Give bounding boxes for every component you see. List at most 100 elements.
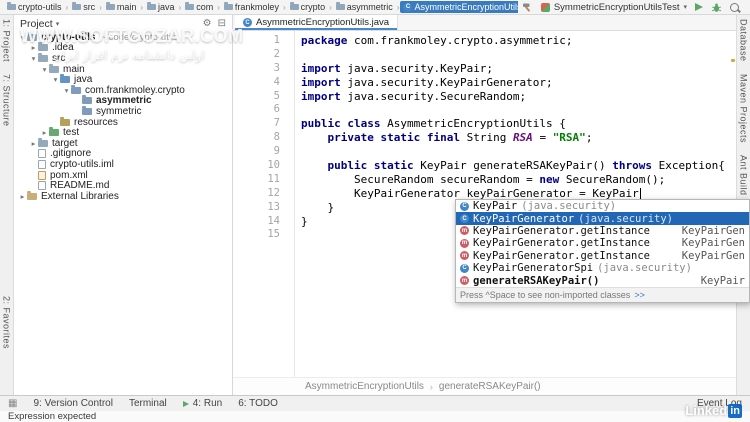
settings-gear-icon[interactable]: ⚙ — [203, 18, 212, 29]
breadcrumb-item[interactable]: C AsymmetricEncryptionUtils — [400, 1, 518, 13]
tree-item[interactable]: ▸ .idea — [14, 42, 232, 53]
code-line[interactable]: SecureRandom secureRandom = new SecureRa… — [301, 173, 737, 187]
search-icon[interactable] — [730, 2, 739, 12]
tree-item[interactable]: asymmetric — [14, 95, 232, 106]
tool-window-button[interactable]: 4: Run — [182, 398, 222, 409]
chevron-right-icon[interactable]: ▸ — [29, 139, 38, 148]
tree-item[interactable]: ▸ External Libraries — [14, 190, 232, 202]
code-line[interactable]: import java.security.SecureRandom; — [301, 90, 737, 104]
tool-window-switcher-icon[interactable]: ▦ — [8, 398, 17, 409]
code-line[interactable] — [301, 48, 737, 62]
line-number[interactable]: 10 — [233, 159, 294, 173]
line-number[interactable]: 11 — [233, 173, 294, 187]
code-line[interactable]: package com.frankmoley.crypto.asymmetric… — [301, 34, 737, 48]
chevron-down-icon: ▾ — [683, 4, 687, 11]
chevron-down-icon[interactable]: ▾ — [62, 86, 71, 95]
completion-item[interactable]: C KeyPairGeneratorSpi (java.security) — [456, 262, 749, 274]
breadcrumb-item[interactable]: com — [182, 1, 216, 13]
event-log-button[interactable]: Event Log — [697, 398, 742, 409]
tree-item[interactable]: ▸ target — [14, 137, 232, 149]
breadcrumb-item[interactable]: AsymmetricEncryptionUtils — [305, 381, 424, 392]
breadcrumb-separator: › — [99, 2, 102, 12]
line-number[interactable]: 5 — [233, 90, 294, 104]
tree-item[interactable]: ▾ crypto-utils ~/code/crypto-utils — [14, 31, 232, 43]
tool-window-button[interactable]: Terminal — [129, 398, 167, 409]
code-line[interactable]: import java.security.KeyPairGenerator; — [301, 76, 737, 90]
line-number[interactable]: 6 — [233, 103, 294, 117]
breadcrumb-item[interactable]: crypto — [287, 1, 329, 13]
tree-item[interactable]: crypto-utils.iml — [14, 159, 232, 170]
line-number[interactable]: 7 — [233, 117, 294, 131]
completion-item[interactable]: m KeyPairGenerator.getInstance KeyPairGen — [456, 225, 749, 237]
tool-window-button[interactable]: 7: Structure — [2, 74, 12, 127]
line-number[interactable]: 9 — [233, 145, 294, 159]
line-number[interactable]: 14 — [233, 215, 294, 229]
code-token: SecureRandom(); — [565, 172, 666, 186]
chevron-right-icon[interactable]: ▸ — [40, 128, 49, 137]
collapse-all-icon[interactable]: ⊟ — [218, 18, 226, 29]
breadcrumb-item[interactable]: asymmetric — [333, 1, 396, 13]
chevron-down-icon[interactable]: ▾ — [18, 33, 27, 42]
code-line[interactable] — [301, 145, 737, 159]
line-number[interactable]: 15 — [233, 228, 294, 242]
tool-window-button[interactable]: Ant Build — [739, 155, 749, 196]
tool-window-button[interactable]: Maven Projects — [739, 74, 749, 143]
breadcrumb-item[interactable]: generateRSAKeyPair() — [439, 381, 541, 392]
completion-hint-link[interactable]: >> — [634, 290, 645, 300]
warning-stripe-mark[interactable] — [731, 59, 735, 62]
completion-item[interactable]: m KeyPairGenerator.getInstance KeyPairGen — [456, 250, 749, 262]
breadcrumb-item[interactable]: main — [103, 1, 140, 13]
tool-window-button[interactable]: 2: Favorites — [2, 296, 12, 349]
tree-item[interactable]: .gitignore — [14, 148, 232, 159]
tree-item[interactable]: ▾ main — [14, 63, 232, 75]
code-line[interactable] — [301, 103, 737, 117]
tab-asymmetric-encryption-utils[interactable]: C AsymmetricEncryptionUtils.java — [235, 15, 399, 30]
folder-icon — [49, 63, 59, 73]
chevron-down-icon[interactable]: ▾ — [56, 20, 60, 28]
tree-item[interactable]: ▸ test — [14, 127, 232, 138]
folder-icon — [27, 31, 37, 41]
tree-item[interactable]: pom.xml — [14, 170, 232, 181]
tool-window-button[interactable]: 1: Project — [2, 19, 12, 62]
run-config-selector[interactable]: SymmetricEncryptionUtilsTest ▾ — [540, 2, 687, 13]
completion-item[interactable]: m generateRSAKeyPair() KeyPair — [456, 274, 749, 287]
code-line[interactable]: public static KeyPair generateRSAKeyPair… — [301, 159, 737, 173]
tree-item[interactable]: README.md — [14, 180, 232, 191]
debug-button[interactable] — [711, 2, 722, 13]
line-number[interactable]: 8 — [233, 131, 294, 145]
chevron-right-icon[interactable]: ▸ — [29, 43, 38, 52]
folder-icon — [105, 2, 115, 10]
code-line[interactable]: private static final String RSA = "RSA"; — [301, 131, 737, 145]
line-number[interactable]: 1 — [233, 34, 294, 48]
completion-return-type: KeyPair — [700, 274, 745, 287]
tool-window-button[interactable]: 9: Version Control — [33, 398, 113, 409]
completion-item[interactable]: m KeyPairGenerator.getInstance KeyPairGen — [456, 237, 749, 249]
tree-item[interactable]: symmetric — [14, 105, 232, 117]
tree-item[interactable]: ▾ java — [14, 74, 232, 85]
code-line[interactable]: public class AsymmetricEncryptionUtils { — [301, 117, 737, 131]
tool-window-button[interactable]: 6: TODO — [238, 398, 278, 409]
breadcrumb-item[interactable]: src — [69, 1, 98, 13]
tree-item[interactable]: ▾ src — [14, 52, 232, 64]
chevron-down-icon[interactable]: ▾ — [29, 54, 38, 63]
line-number[interactable]: 13 — [233, 201, 294, 215]
run-button[interactable] — [695, 3, 703, 11]
breadcrumb-item[interactable]: java — [144, 1, 178, 13]
chevron-down-icon[interactable]: ▾ — [51, 75, 60, 84]
tool-window-button[interactable]: Database — [739, 19, 749, 62]
code-line[interactable]: import java.security.KeyPair; — [301, 62, 737, 76]
line-number[interactable]: 12 — [233, 187, 294, 201]
line-number[interactable]: 2 — [233, 48, 294, 62]
chevron-down-icon[interactable]: ▾ — [40, 65, 49, 74]
build-hammer-icon[interactable] — [522, 2, 533, 13]
breadcrumb-item[interactable]: frankmoley — [221, 1, 282, 13]
tree-item[interactable]: resources — [14, 116, 232, 128]
completion-item[interactable]: C KeyPair (java.security) — [456, 200, 749, 212]
completion-item[interactable]: C KeyPairGenerator (java.security) — [456, 212, 749, 225]
tree-item[interactable]: ▾ com.frankmoley.crypto — [14, 84, 232, 96]
breadcrumb-item[interactable]: crypto-utils — [4, 1, 65, 13]
line-number[interactable]: 3 — [233, 62, 294, 76]
class-icon: C — [460, 214, 469, 224]
chevron-right-icon[interactable]: ▸ — [18, 192, 27, 201]
line-number[interactable]: 4 — [233, 76, 294, 90]
